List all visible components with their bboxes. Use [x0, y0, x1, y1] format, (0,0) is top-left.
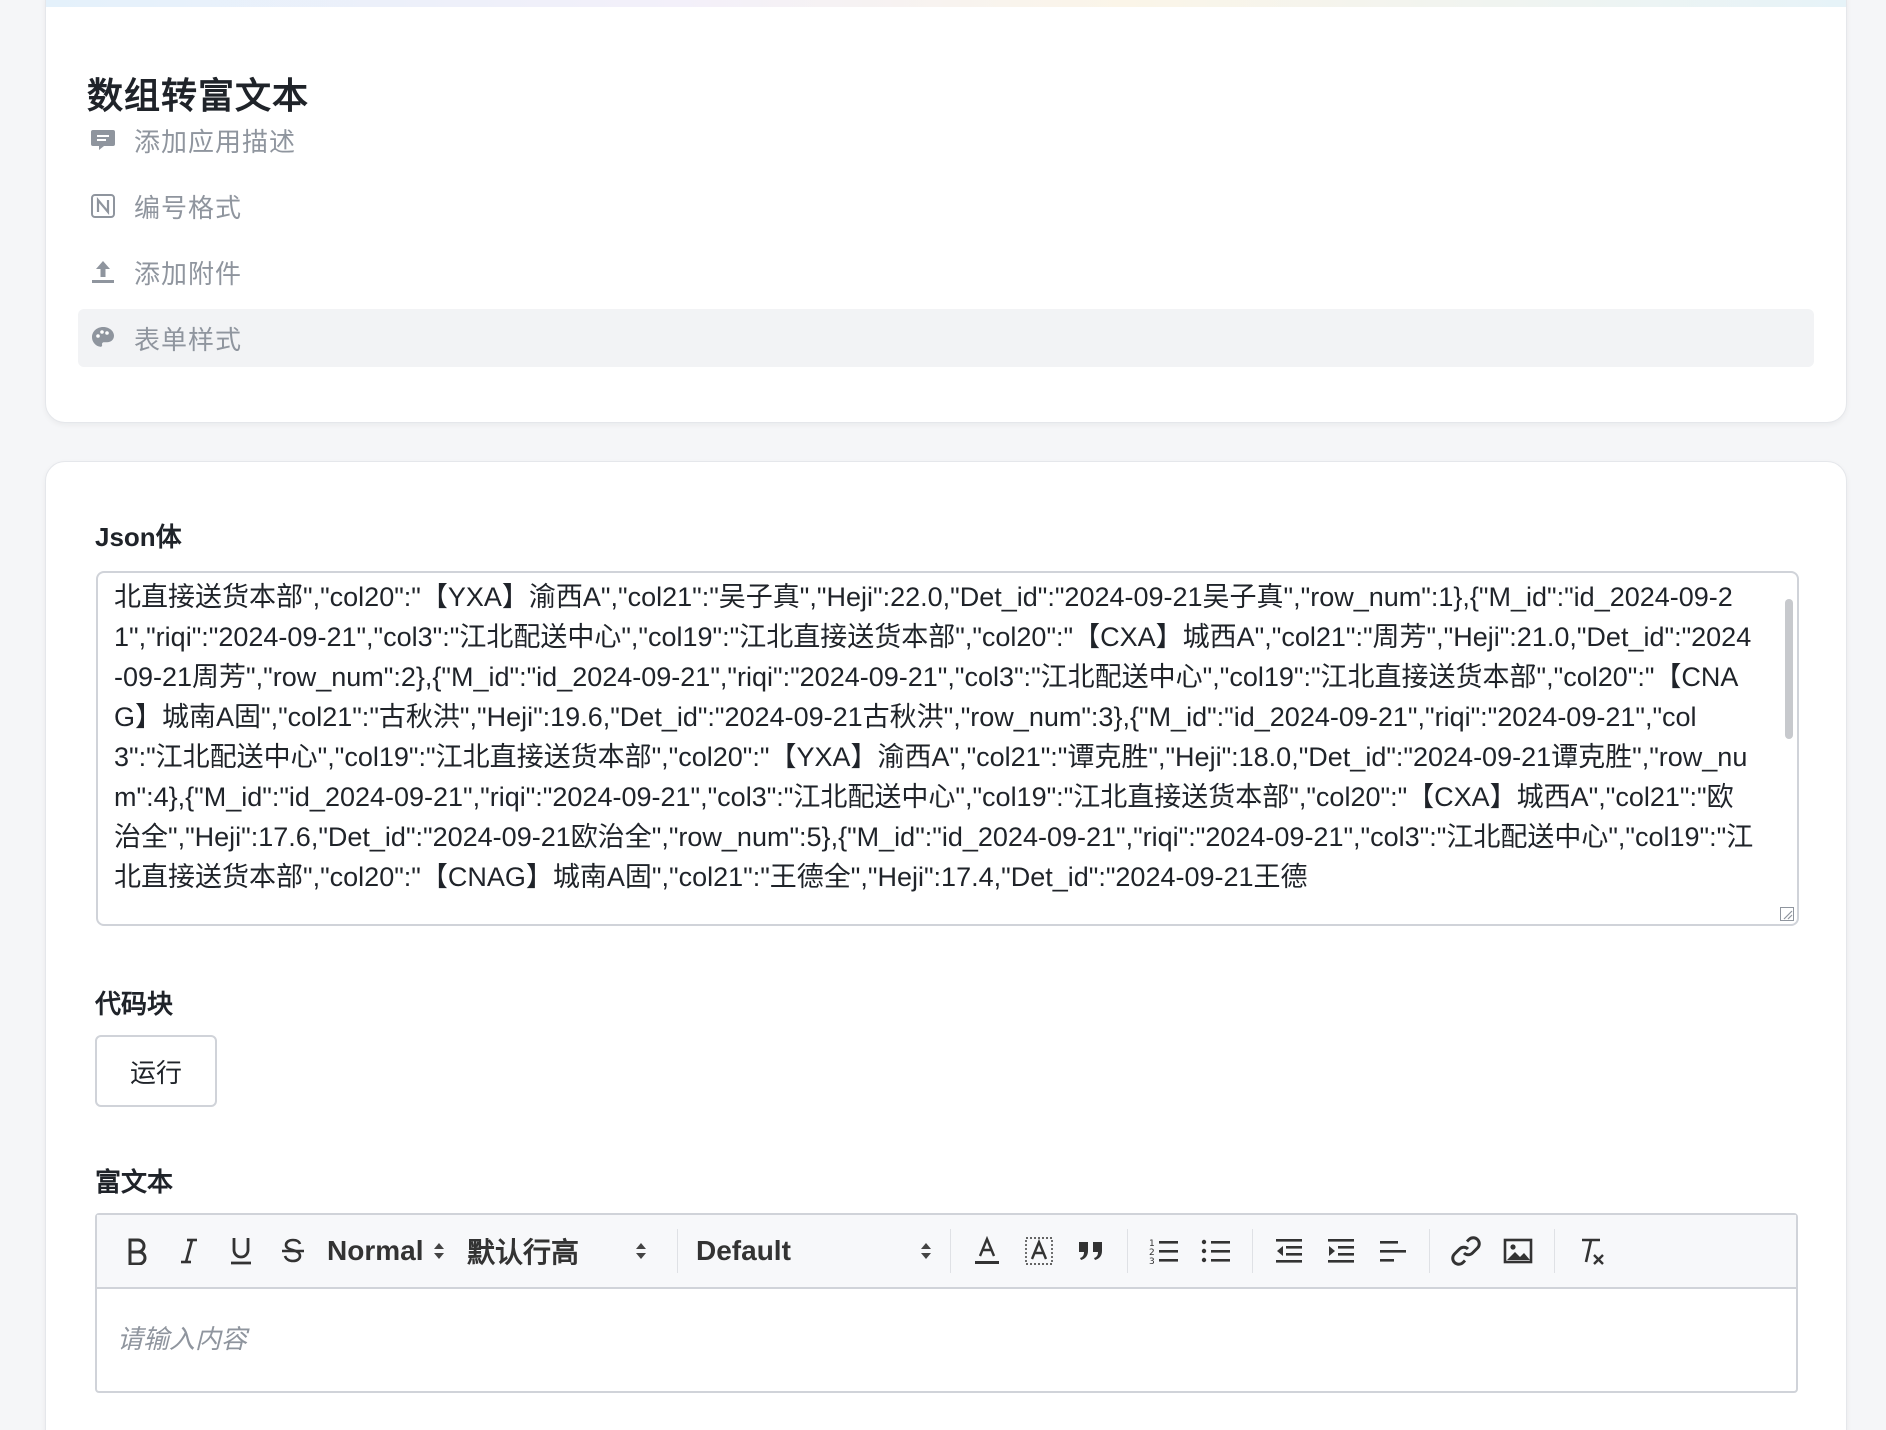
indent-icon[interactable]: [1315, 1229, 1367, 1273]
number-format-icon: [90, 193, 116, 219]
editor-toolbar: Normal 默认行高 Default 1 2 3: [97, 1215, 1796, 1289]
chevron-up-down-icon: [635, 1240, 647, 1262]
image-icon[interactable]: [1492, 1229, 1544, 1273]
ordered-list-icon[interactable]: 123: [1138, 1229, 1190, 1273]
toolbar-divider: [1429, 1229, 1430, 1273]
palette-icon: [90, 325, 116, 351]
toolbar-divider: [677, 1229, 678, 1273]
richtext-label: 富文本: [95, 1167, 174, 1197]
line-height-select[interactable]: 默认行高: [467, 1229, 647, 1273]
strike-icon[interactable]: [267, 1229, 319, 1273]
json-textarea-content[interactable]: 北直接送货本部","col20":"【YXA】渝西A","col21":"吴子真…: [114, 577, 1757, 897]
rich-text-editor: Normal 默认行高 Default 1 2 3 请输入内容: [95, 1213, 1798, 1393]
toolbar-divider: [1554, 1229, 1555, 1273]
card-header-strip: [46, 0, 1846, 7]
bold-icon[interactable]: [111, 1229, 163, 1273]
toolbar-divider: [1127, 1229, 1128, 1273]
chevron-up-down-icon: [433, 1240, 445, 1262]
resize-handle-icon[interactable]: [1780, 907, 1794, 921]
scrollbar-thumb[interactable]: [1785, 599, 1793, 739]
font-select-value: Default: [696, 1235, 791, 1266]
toolbar-divider: [1252, 1229, 1253, 1273]
outdent-icon[interactable]: [1263, 1229, 1315, 1273]
json-field-label: Json体: [95, 522, 182, 552]
header-select-value: Normal: [327, 1235, 424, 1266]
chevron-up-down-icon: [920, 1240, 932, 1262]
menu-item-add-attachment[interactable]: 添加附件: [78, 243, 1814, 301]
svg-text:3: 3: [1149, 1257, 1155, 1265]
menu-item-label: 添加应用描述: [134, 126, 297, 157]
underline-icon[interactable]: [215, 1229, 267, 1273]
menu-item-label: 添加附件: [134, 258, 243, 289]
app-info-card: 数组转富文本 添加应用描述 编号格式 添加附件 表单样式: [45, 0, 1847, 423]
form-card: Json体 北直接送货本部","col20":"【YXA】渝西A","col21…: [45, 461, 1847, 1430]
italic-icon[interactable]: [163, 1229, 215, 1273]
json-textarea[interactable]: 北直接送货本部","col20":"【YXA】渝西A","col21":"吴子真…: [96, 571, 1799, 926]
line-height-select-value: 默认行高: [467, 1237, 580, 1268]
menu-item-label: 编号格式: [134, 192, 243, 223]
code-block-label: 代码块: [95, 989, 174, 1019]
editor-placeholder[interactable]: 请输入内容: [117, 1319, 247, 1356]
align-icon[interactable]: [1367, 1229, 1419, 1273]
blockquote-icon[interactable]: [1065, 1229, 1117, 1273]
font-select[interactable]: Default: [696, 1229, 932, 1273]
background-color-icon[interactable]: [1013, 1229, 1065, 1273]
bullet-list-icon[interactable]: [1190, 1229, 1242, 1273]
clear-format-icon[interactable]: [1565, 1229, 1617, 1273]
toolbar-divider: [950, 1229, 951, 1273]
menu-item-number-format[interactable]: 编号格式: [78, 177, 1814, 235]
menu-item-add-description[interactable]: 添加应用描述: [78, 111, 1814, 169]
menu-item-label: 表单样式: [134, 324, 243, 355]
menu-item-form-style[interactable]: 表单样式: [78, 309, 1814, 367]
header-select[interactable]: Normal: [327, 1229, 445, 1273]
upload-icon: [90, 259, 116, 285]
comment-icon: [90, 127, 116, 153]
font-color-icon[interactable]: [961, 1229, 1013, 1273]
link-icon[interactable]: [1440, 1229, 1492, 1273]
run-button[interactable]: 运行: [95, 1035, 217, 1107]
